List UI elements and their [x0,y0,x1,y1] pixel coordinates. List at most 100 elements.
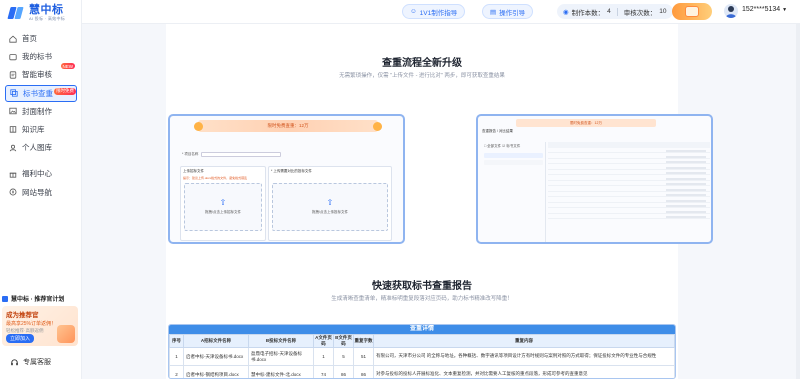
chevron-down-icon: ▼ [782,7,788,13]
column-header: 重复字数 [353,334,374,348]
sidebar-item-label: 标书查重 [23,88,53,98]
brand-logo[interactable]: 慧中标 AI 投标 · 高效中标 [8,4,65,22]
sidebar-item-label: 我的标书 [22,52,52,62]
exclusive-service-link[interactable]: 专属客服 [10,357,51,367]
sidebar-item-cover[interactable]: 封面制作 [5,103,77,120]
report-header: 查重详情 [169,325,675,334]
gift-icon [9,170,17,178]
sidebar-item-label: 封面制作 [22,106,52,116]
sidebar: 慧中标 AI 投标 · 高效中标 首页 我的标书 智能审核 NEW 标书查重 限… [0,0,82,379]
result-title: 查重报告 / 对比结果 [482,129,513,133]
column-header: 序号 [169,334,184,348]
sidebar-item-smart-review[interactable]: 智能审核 NEW [5,63,77,83]
section1-title: 查重流程全新升级 [382,58,462,69]
op-label: 操作引导 [499,9,526,17]
sidebar-item-label: 福利中心 [22,169,52,179]
promo-card[interactable]: 成为推荐官 最高享25%订单返佣！ 轻松推荐·高额返佣 立即加入 [2,306,78,346]
report-preview: 查重详情 序号 A招标文件名称 B投标文件名称 A文件页码 B文件页码 重复字数… [168,324,676,379]
sidebar-item-benefits[interactable]: 福利中心 [5,165,77,182]
operation-guide-button[interactable]: ▤ 操作引导 [482,4,534,19]
brand-mini-icon [2,295,8,302]
image-icon [9,107,17,115]
column-header: A文件页码 [313,334,334,348]
user-phone: 152****5134 [742,6,781,13]
sidebar-item-label: 知识库 [22,124,45,134]
sidebar-item-label: 首页 [22,34,37,43]
column-header: 重复内容 [373,334,675,348]
user-menu[interactable]: 152****5134 ▼ [742,6,787,13]
duplicate-check-icon [10,89,18,97]
sidebar-item-navigation[interactable]: 网站导航 [5,184,77,201]
recharge-button[interactable] [672,3,712,20]
gallery-icon [9,144,17,152]
table-row: 2 启者中标-钢结构项目.docx 慧中标-建标文件-北.docx 74 86 … [169,365,675,378]
chat-icon: ☺ [410,8,417,15]
column-header: A招标文件名称 [183,334,249,348]
report-table: 序号 A招标文件名称 B投标文件名称 A文件页码 B文件页码 重复字数 重复内容… [169,334,675,378]
brand-name: 慧中标 [29,4,64,16]
page-scrollbar[interactable] [796,24,800,379]
column-header: B投标文件名称 [248,334,314,348]
promo-title: 慧中标 · 推荐官计划 [11,297,65,303]
counter-icon: ◉ [563,8,569,16]
free-check-banner: 限时免费查重：12万 [516,119,656,127]
usage-counter: ◉ 制作本数： 4 审核次数： 10 [557,4,673,19]
tender-upload-box: 上传招标文件 提示：建议上传.docx格式的文件，避免格式错乱 ⇧ 拖拽/点击上… [180,166,266,241]
promo-illustration-icon [57,325,75,343]
result-table [548,142,710,242]
user-icon [725,6,737,18]
sidebar-item-label: 网站导航 [22,187,52,197]
upload-preview-image: 限时免费查重：12万 * 项目名称 上传招标文件 提示：建议上传.docx格式的… [168,114,405,244]
mascot-icon [373,121,382,131]
file-item [484,160,543,165]
home-icon [9,35,17,43]
free-check-banner: 限时免费查重：12万 [194,120,382,132]
upload-icon: ⇧ [219,198,227,207]
promo-heading: 成为推荐官 [6,312,39,319]
join-button[interactable]: 立即加入 [6,334,35,343]
review-icon [9,71,17,79]
sidebar-item-home[interactable]: 首页 [5,30,77,47]
referral-promo[interactable]: 慧中标 · 推荐官计划 成为推荐官 最高享25%订单返佣！ 轻松推荐·高额返佣 … [2,294,78,346]
result-preview-image: 限时免费查重：12万 查重报告 / 对比结果 □ 全部文件 ☑ 标书文件 [476,114,713,244]
upload-icon: ⇧ [326,198,334,207]
logo-mark-icon [8,6,26,20]
mascot-icon [194,121,203,131]
guide-label: 1V1制作指导 [419,9,458,17]
headset-icon [11,358,18,365]
sidebar-item-knowledge[interactable]: 知识库 [5,121,77,138]
sidebar-item-label: 个人图库 [22,143,52,153]
folder-icon [9,53,17,61]
sidebar-item-label: 智能审核 [22,70,52,80]
document-icon: ▤ [490,8,497,16]
top-bar: ☺ 1V1制作指导 ▤ 操作引导 ◉ 制作本数： 4 审核次数： 10 152*… [82,0,800,24]
main-area: 查重流程全新升级 无需繁琐操作，仅需 "上传文件 - 进行比对" 两步，即可获取… [82,24,800,379]
new-badge: NEW [60,63,75,70]
gift-box-icon [685,6,699,17]
make-count-label: 制作本数： [571,9,605,17]
brand-tagline: AI 投标 · 高效中标 [29,16,66,21]
table-row: 1 启者中标-天津设备标书.docx 盈鼎电子招标-天津设备标书.docx 1 … [169,347,675,366]
column-header: B文件页码 [333,334,354,348]
sidebar-item-gallery[interactable]: 个人图库 [5,139,77,156]
content-panel: 查重流程全新升级 无需繁琐操作，仅需 "上传文件 - 进行比对" 两步，即可获取… [166,24,713,379]
book-icon [9,125,17,134]
avatar[interactable] [724,4,738,18]
guide-button[interactable]: ☺ 1V1制作指导 [402,4,466,19]
sidebar-item-duplicate-check[interactable]: 标书查重 限时免费 [5,84,77,102]
file-list: □ 全部文件 ☑ 标书文件 [482,142,546,242]
file-item [484,153,543,158]
project-name-input [201,151,282,157]
free-badge: 限时免费 [54,87,76,95]
review-count-label: 审核次数： [623,9,657,17]
section1-subtitle: 无需繁琐操作，仅需 "上传文件 - 进行比对" 两步，即可获取查重结果 [339,73,505,79]
exclusive-service-label: 专属客服 [23,359,51,366]
section2-title: 快速获取标书查重报告 [372,281,472,292]
compass-icon [9,188,17,196]
section2-subtitle: 生成清晰查重清单，精准标明重复段落对应页码，助力标书精准改写降重！ [331,296,513,302]
project-name-row: * 项目名称 [182,150,392,158]
bid-upload-box: * 上传需要对比的投标文件 ⇧ 拖拽/点击上传投标文件 [268,166,392,241]
sidebar-nav: 首页 我的标书 智能审核 NEW 标书查重 限时免费 封面制作 知识库 个人图库 [5,30,77,202]
make-count-value: 4 [607,8,611,15]
review-count-value: 10 [659,8,667,15]
